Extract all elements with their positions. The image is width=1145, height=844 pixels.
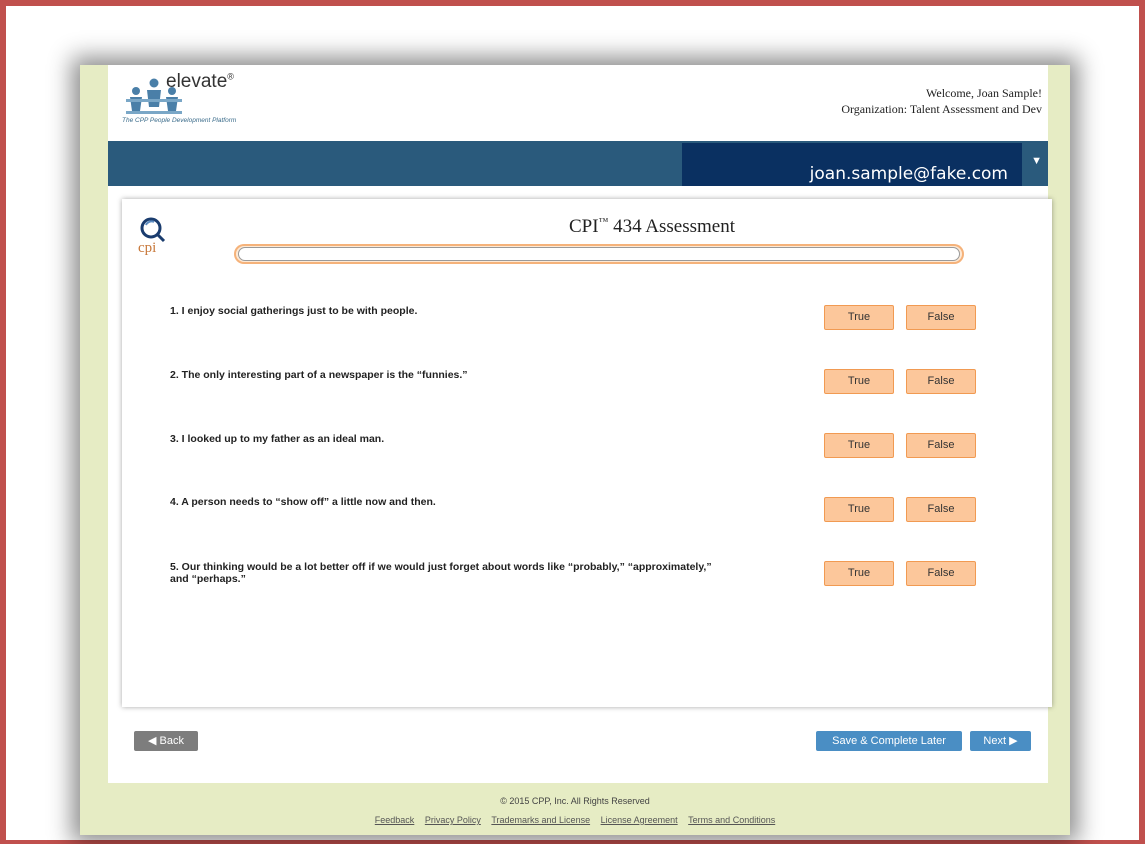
question-2-false-button[interactable]: False <box>906 369 976 394</box>
progress-bar <box>234 244 964 264</box>
question-1: 1. I enjoy social gatherings just to be … <box>170 305 418 317</box>
welcome-text: Welcome, Joan Sample! <box>926 86 1042 100</box>
caret-down-icon[interactable]: ▼ <box>1031 155 1042 167</box>
footer-link-terms[interactable]: Terms and Conditions <box>688 815 775 825</box>
progress-track <box>238 247 960 261</box>
cpi-logo-text: cpi <box>138 240 157 256</box>
assessment-card: cpi CPI™ 434 Assessment 1. I enjoy socia… <box>122 199 1052 707</box>
brand-name: elevate® <box>166 71 234 92</box>
question-5-false-button[interactable]: False <box>906 561 976 586</box>
footer-link-trademarks[interactable]: Trademarks and License <box>491 815 590 825</box>
question-5: 5. Our thinking would be a lot better of… <box>170 561 712 585</box>
welcome-block: Welcome, Joan Sample! Organization: Tale… <box>841 85 1042 117</box>
save-complete-later-button[interactable]: Save & Complete Later <box>816 731 962 751</box>
elevate-logo[interactable]: elevate® The CPP People Development Plat… <box>122 69 322 129</box>
question-2-true-button[interactable]: True <box>824 369 894 394</box>
cpi-logo: cpi <box>136 215 176 265</box>
question-3: 3. I looked up to my father as an ideal … <box>170 433 385 445</box>
question-3-true-button[interactable]: True <box>824 433 894 458</box>
question-4-true-button[interactable]: True <box>824 497 894 522</box>
brand-tagline: The CPP People Development Platform <box>122 117 237 124</box>
top-navbar: joan.sample@fake.com ▼ <box>108 141 1048 186</box>
question-4: 4. A person needs to “show off” a little… <box>170 496 436 508</box>
back-button[interactable]: ◀ Back <box>134 731 198 751</box>
question-5-true-button[interactable]: True <box>824 561 894 586</box>
page: elevate® The CPP People Development Plat… <box>80 65 1070 835</box>
copyright: © 2015 CPP, Inc. All Rights Reserved <box>500 796 650 806</box>
footer-links: Feedback Privacy Policy Trademarks and L… <box>80 815 1070 825</box>
question-3-false-button[interactable]: False <box>906 433 976 458</box>
user-menu[interactable]: joan.sample@fake.com <box>682 143 1022 186</box>
next-button[interactable]: Next ▶ <box>970 731 1031 751</box>
assessment-title: CPI™ 434 Assessment <box>568 216 736 237</box>
question-1-true-button[interactable]: True <box>824 305 894 330</box>
question-1-false-button[interactable]: False <box>906 305 976 330</box>
user-email: joan.sample@fake.com <box>809 164 1008 184</box>
content-area: elevate® The CPP People Development Plat… <box>108 65 1052 783</box>
footer-link-privacy-policy[interactable]: Privacy Policy <box>425 815 481 825</box>
footer-link-license-agreement[interactable]: License Agreement <box>601 815 678 825</box>
question-4-false-button[interactable]: False <box>906 497 976 522</box>
footer-link-feedback[interactable]: Feedback <box>375 815 415 825</box>
organization-text: Organization: Talent Assessment and Dev <box>841 102 1042 116</box>
question-2: 2. The only interesting part of a newspa… <box>170 369 468 381</box>
